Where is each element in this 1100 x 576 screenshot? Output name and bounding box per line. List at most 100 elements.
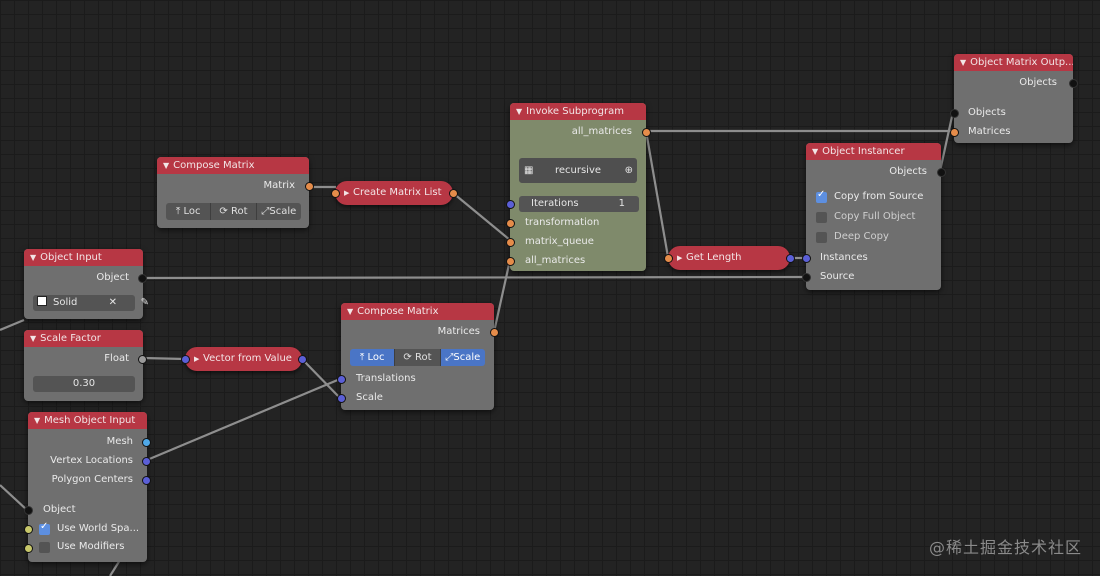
input-socket-objects[interactable] (950, 109, 959, 118)
collapse-arrow-icon[interactable]: ▼ (960, 54, 966, 71)
object-matrix-output-node[interactable]: ▼ Object Matrix Outp... Objects Objects M… (950, 54, 1078, 143)
node-header[interactable]: ▼ Compose Matrix (157, 157, 309, 174)
output-label-all-matrices: all_matrices (571, 126, 632, 137)
loc-rot-scale-toggles: ⤒ Loc ⟳ Rot ⤢Scale (350, 349, 485, 366)
object-input-node[interactable]: ▼ Object Input Object Solid ✕ ✎ (24, 249, 149, 319)
eyedropper-icon[interactable]: ✎ (141, 295, 149, 311)
input-socket-instances[interactable] (802, 254, 811, 263)
output-socket[interactable] (786, 254, 795, 263)
input-socket-source[interactable] (802, 273, 811, 282)
node-header[interactable]: ▼ Object Input (24, 249, 143, 266)
output-socket-vertex-locations[interactable] (142, 457, 151, 466)
copy-full-object-checkbox[interactable] (816, 212, 827, 223)
output-socket-matrices[interactable] (490, 328, 499, 337)
copy-full-object-label: Copy Full Object (834, 211, 916, 222)
rotate-icon: ⟳ (403, 352, 412, 363)
node-title: Create Matrix List (353, 187, 442, 198)
collapse-arrow-icon[interactable]: ▼ (347, 303, 353, 320)
output-label-mesh: Mesh (106, 436, 133, 447)
input-socket-transformation[interactable] (506, 219, 515, 228)
collapse-arrow-icon[interactable]: ▶ (194, 347, 199, 371)
rotate-icon: ⟳ (219, 206, 228, 217)
output-label-matrix: Matrix (263, 180, 295, 191)
output-socket-float[interactable] (138, 355, 147, 364)
node-title: Get Length (686, 252, 742, 263)
input-label-all-matrices: all_matrices (525, 255, 586, 266)
output-socket-objects[interactable] (1069, 79, 1078, 88)
node-title: Object Instancer (822, 146, 905, 157)
output-socket-objects[interactable] (937, 168, 946, 177)
node-header[interactable]: ▼ Object Instancer (806, 143, 941, 160)
compose-matrix-node[interactable]: ▼ Compose Matrix Matrix ⤒ Loc ⟳ Rot ⤢Scal… (157, 157, 314, 228)
node-header[interactable]: ▼ Scale Factor (24, 330, 143, 347)
input-socket-translations[interactable] (337, 375, 346, 384)
output-label-vertex-locations: Vertex Locations (50, 455, 133, 466)
get-length-node[interactable]: ▶ Get Length (664, 246, 795, 270)
node-header[interactable]: ▼ Mesh Object Input (28, 412, 147, 429)
input-socket-matrices[interactable] (950, 128, 959, 137)
output-socket[interactable] (298, 355, 307, 364)
output-socket-mesh[interactable] (142, 438, 151, 447)
compose-matrix-node-2[interactable]: ▼ Compose Matrix Matrices ⤒ Loc ⟳ Rot ⤢Sc… (337, 303, 499, 410)
output-socket-polygon-centers[interactable] (142, 476, 151, 485)
node-title: Invoke Subprogram (526, 106, 624, 117)
loc-toggle[interactable]: ⤒ Loc (350, 349, 396, 366)
scale-toggle[interactable]: ⤢Scale (440, 349, 485, 366)
rot-toggle[interactable]: ⟳ Rot (211, 203, 257, 220)
float-value-field[interactable]: 0.30 (33, 376, 135, 392)
input-socket[interactable] (331, 189, 340, 198)
loc-toggle[interactable]: ⤒ Loc (166, 203, 212, 220)
object-icon (37, 296, 47, 306)
object-instancer-node[interactable]: ▼ Object Instancer Objects Copy from Sour… (802, 143, 946, 290)
input-socket-scale[interactable] (337, 394, 346, 403)
input-label-instances: Instances (820, 252, 868, 263)
new-subprogram-icon[interactable]: ⊕ (625, 158, 633, 183)
use-world-space-checkbox[interactable] (39, 521, 50, 535)
collapse-arrow-icon[interactable]: ▼ (516, 103, 522, 120)
scale-factor-node[interactable]: ▼ Scale Factor Float 0.30 (24, 330, 147, 401)
subprogram-selector[interactable]: ▦ recursive ⊕ (519, 158, 637, 183)
input-socket-modifiers[interactable] (24, 544, 33, 553)
clear-icon[interactable]: ✕ (109, 295, 117, 311)
create-matrix-list-node[interactable]: ▶ Create Matrix List (331, 181, 458, 205)
collapse-arrow-icon[interactable]: ▼ (812, 143, 818, 160)
mesh-object-input-node[interactable]: ▼ Mesh Object Input Mesh Vertex Locations… (24, 412, 151, 562)
input-socket[interactable] (664, 254, 673, 263)
output-socket-all-matrices[interactable] (642, 128, 651, 137)
output-socket-object[interactable] (138, 274, 147, 283)
collapse-arrow-icon[interactable]: ▶ (677, 246, 682, 270)
output-label-matrices: Matrices (437, 326, 480, 337)
copy-from-source-checkbox[interactable] (816, 189, 827, 203)
use-world-space-label: Use World Spa... (57, 523, 140, 534)
collapse-arrow-icon[interactable]: ▼ (163, 157, 169, 174)
scale-toggle[interactable]: ⤢Scale (256, 203, 301, 220)
use-modifiers-label: Use Modifiers (57, 541, 125, 552)
collapse-arrow-icon[interactable]: ▼ (34, 412, 40, 429)
input-socket-iterations[interactable] (506, 200, 515, 209)
node-title: Compose Matrix (173, 160, 255, 171)
input-socket-object[interactable] (24, 506, 33, 515)
node-header[interactable]: ▼ Object Matrix Outp... (954, 54, 1073, 71)
collapse-arrow-icon[interactable]: ▼ (30, 330, 36, 347)
vector-from-value-node[interactable]: ▶ Vector from Value (181, 347, 307, 371)
node-header[interactable]: ▼ Invoke Subprogram (510, 103, 646, 120)
deep-copy-checkbox[interactable] (816, 232, 827, 243)
iterations-field[interactable]: Iterations 1 (519, 196, 639, 212)
invoke-subprogram-node[interactable]: ▼ Invoke Subprogram all_matrices ▦ recurs… (506, 103, 651, 271)
output-socket-matrix[interactable] (305, 182, 314, 191)
input-socket-matrix-queue[interactable] (506, 238, 515, 247)
node-header[interactable]: ▼ Compose Matrix (341, 303, 494, 320)
collapse-arrow-icon[interactable]: ▼ (30, 249, 36, 266)
input-label-translations: Translations (356, 373, 416, 384)
object-selector-field[interactable]: Solid ✕ ✎ (33, 295, 149, 311)
input-socket-all-matrices[interactable] (506, 257, 515, 266)
output-socket[interactable] (449, 189, 458, 198)
input-socket[interactable] (181, 355, 190, 364)
output-label-float: Float (104, 353, 129, 364)
collapse-arrow-icon[interactable]: ▶ (344, 181, 349, 205)
input-label-object: Object (43, 504, 76, 515)
rot-toggle[interactable]: ⟳ Rot (395, 349, 441, 366)
copy-from-source-label: Copy from Source (834, 191, 924, 202)
use-modifiers-checkbox[interactable] (39, 542, 50, 553)
input-socket-world-space[interactable] (24, 525, 33, 534)
